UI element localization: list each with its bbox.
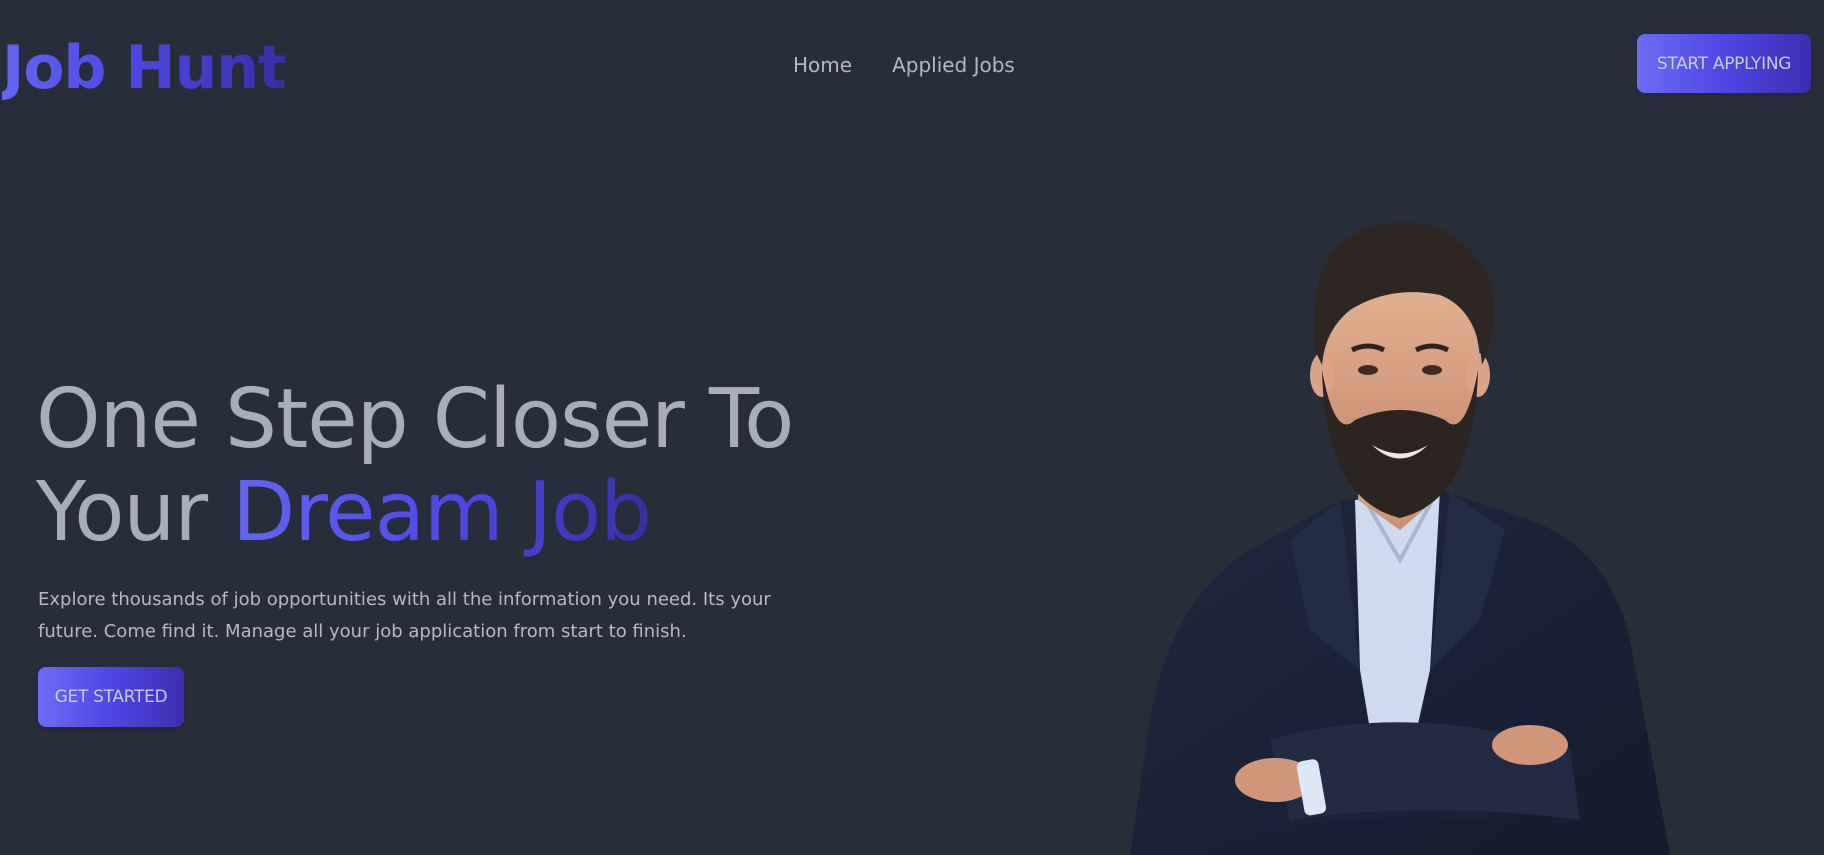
hero-title: One Step Closer To Your Dream Job: [36, 372, 794, 560]
hero-title-line-1: One Step Closer To: [36, 372, 794, 467]
hero-title-line-2-prefix: Your: [36, 465, 233, 560]
start-applying-button[interactable]: START APPLYING: [1637, 34, 1811, 93]
nav-link-home[interactable]: Home: [793, 50, 852, 80]
hero-description: Explore thousands of job opportunities w…: [38, 589, 771, 642]
get-started-button[interactable]: GET STARTED: [38, 667, 184, 727]
landing-page: Job Hunt Home Applied Jobs START APPLYIN…: [0, 0, 1824, 855]
person-photo-illustration: [1130, 222, 1670, 855]
nav-link-applied-jobs[interactable]: Applied Jobs: [892, 50, 1015, 80]
main-nav: Home Applied Jobs: [793, 50, 1015, 80]
hero-title-accent: Dream Job: [232, 465, 652, 560]
logo[interactable]: Job Hunt: [2, 28, 287, 108]
